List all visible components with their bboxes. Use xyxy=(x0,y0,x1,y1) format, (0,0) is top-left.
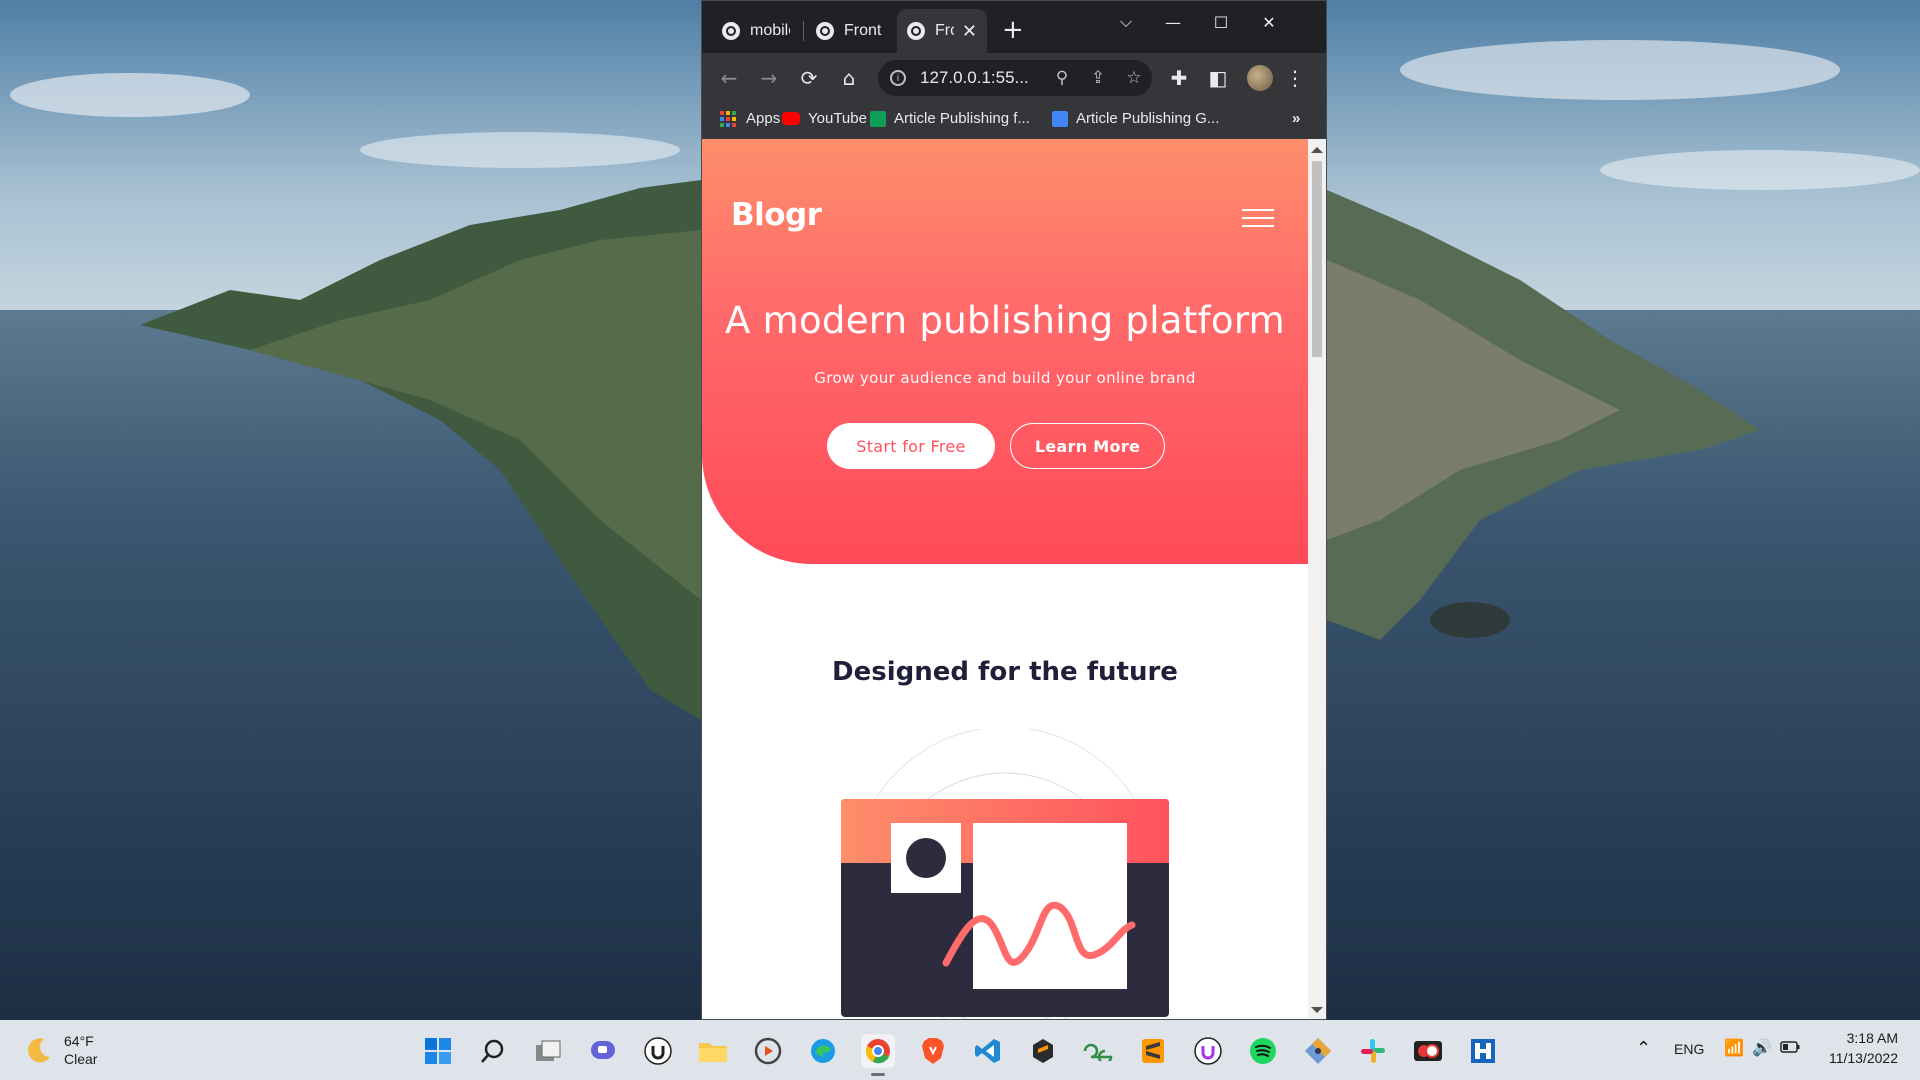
clock-date[interactable]: 11/13/2022 xyxy=(1816,1050,1898,1066)
bookmark-apps[interactable]: Apps xyxy=(720,110,780,127)
spotify-icon[interactable] xyxy=(1246,1034,1280,1068)
moon-icon xyxy=(28,1038,50,1063)
hamburger-menu-icon[interactable] xyxy=(1242,209,1274,227)
google-docs-icon xyxy=(1052,110,1068,127)
tab-title: mobile xyxy=(750,22,790,39)
bookmarks-bar: Apps YouTube Article Publishing f... Art… xyxy=(702,103,1326,139)
language-indicator[interactable]: ENG xyxy=(1674,1041,1704,1057)
share-icon[interactable]: ⇪ xyxy=(1080,68,1116,88)
bookmark-star-icon[interactable]: ☆ xyxy=(1116,68,1152,88)
browser-toolbar: ← → ⟳ ⌂ i 127.0.0.1:55... ⚲ ⇪ ☆ ✚ ◧ ⋮ xyxy=(702,53,1326,103)
file-explorer-icon[interactable] xyxy=(696,1034,730,1068)
bookmark-article-sheets[interactable]: Article Publishing f... xyxy=(870,110,1030,127)
bookmark-label: YouTube xyxy=(808,110,867,127)
bookmark-youtube[interactable]: YouTube xyxy=(782,110,867,127)
page-scrollbar[interactable] xyxy=(1308,139,1326,1019)
learn-more-button[interactable]: Learn More xyxy=(1010,423,1165,469)
hero-title: A modern publishing platform xyxy=(724,299,1286,342)
sublime-merge-icon[interactable] xyxy=(1026,1034,1060,1068)
clock-time[interactable]: 3:18 AM xyxy=(1826,1030,1898,1046)
youtube-icon xyxy=(782,112,800,125)
tab-title: Fronte xyxy=(844,22,882,39)
git-icon[interactable] xyxy=(1301,1034,1335,1068)
slack-icon[interactable] xyxy=(1356,1034,1390,1068)
back-icon[interactable]: ← xyxy=(714,63,744,93)
sublime-text-icon[interactable] xyxy=(1136,1034,1170,1068)
task-view-icon[interactable] xyxy=(531,1034,565,1068)
tab-active[interactable]: Fro ✕ xyxy=(897,9,987,53)
home-icon[interactable]: ⌂ xyxy=(834,63,864,93)
globe-icon xyxy=(722,22,740,40)
google-sheets-icon xyxy=(870,110,886,127)
scroll-up-icon[interactable] xyxy=(1311,147,1323,153)
tab-fronte[interactable]: Fronte xyxy=(806,9,892,53)
forward-icon[interactable]: → xyxy=(754,63,784,93)
udemy-icon[interactable] xyxy=(641,1034,675,1068)
maximize-button[interactable]: ☐ xyxy=(1201,7,1241,37)
minimize-button[interactable]: — xyxy=(1153,7,1193,37)
volume-icon[interactable]: 🔊 xyxy=(1752,1038,1772,1058)
menu-kebab-icon[interactable]: ⋮ xyxy=(1280,63,1310,93)
side-panel-icon[interactable]: ◧ xyxy=(1203,63,1233,93)
site-logo[interactable]: Blogr xyxy=(731,197,822,233)
scrollbar-thumb[interactable] xyxy=(1312,161,1322,357)
site-info-icon[interactable]: i xyxy=(890,70,906,86)
weather-desc: Clear xyxy=(64,1051,98,1067)
bookmark-label: Article Publishing G... xyxy=(1076,110,1220,127)
tab-title: Fro xyxy=(935,22,954,39)
weather-temp: 64°F xyxy=(64,1033,94,1049)
bookmark-label: Article Publishing f... xyxy=(894,110,1030,127)
geeksforgeeks-icon[interactable] xyxy=(1081,1034,1115,1068)
page-viewport[interactable]: Blogr A modern publishing platform Grow … xyxy=(702,139,1308,1019)
bookmark-article-docs[interactable]: Article Publishing G... xyxy=(1052,110,1219,127)
chat-icon[interactable] xyxy=(586,1034,620,1068)
search-icon[interactable] xyxy=(476,1034,510,1068)
bookmark-label: Apps xyxy=(746,110,781,127)
scroll-down-icon[interactable] xyxy=(1311,1007,1323,1013)
media-player-icon[interactable] xyxy=(751,1034,785,1068)
h-app-icon[interactable] xyxy=(1466,1034,1500,1068)
browser-window: mobile Fronte Fro ✕ + ⌵ — ☐ ✕ ← → ⟳ ⌂ i … xyxy=(701,0,1327,1020)
start-for-free-button[interactable]: Start for Free xyxy=(827,423,995,469)
tab-mobile[interactable]: mobile xyxy=(712,9,800,53)
apps-grid-icon xyxy=(720,110,736,127)
edge-icon[interactable] xyxy=(806,1034,840,1068)
new-tab-button[interactable]: + xyxy=(1002,15,1024,45)
hero-subtitle: Grow your audience and build your online… xyxy=(814,369,1196,387)
close-tab-icon[interactable]: ✕ xyxy=(962,21,977,42)
start-icon[interactable] xyxy=(421,1034,455,1068)
brave-icon[interactable] xyxy=(916,1034,950,1068)
wifi-icon[interactable]: 📶 xyxy=(1724,1038,1744,1058)
address-url: 127.0.0.1:55... xyxy=(920,68,1029,87)
tab-search-icon[interactable]: ⌵ xyxy=(1106,7,1146,37)
todo-icon[interactable] xyxy=(1411,1034,1445,1068)
taskbar: 64°F Clear ⌃ ENG 📶 🔊 3:18 AM 11/13/2022 xyxy=(0,1020,1920,1080)
editor-illustration xyxy=(841,729,1169,1019)
chrome-icon[interactable] xyxy=(861,1034,895,1076)
show-hidden-icons-chevron-icon[interactable]: ⌃ xyxy=(1636,1038,1651,1059)
vscode-icon[interactable] xyxy=(971,1034,1005,1068)
section-title: Designed for the future xyxy=(832,657,1178,687)
zoom-icon[interactable]: ⚲ xyxy=(1044,68,1080,88)
address-bar[interactable]: i 127.0.0.1:55... ⚲ ⇪ ☆ xyxy=(878,60,1152,96)
udemy-icon[interactable] xyxy=(1191,1034,1225,1068)
bookmarks-overflow-button[interactable]: » xyxy=(1292,110,1300,127)
weather-widget[interactable]: 64°F Clear xyxy=(24,1032,97,1068)
extensions-icon[interactable]: ✚ xyxy=(1164,63,1194,93)
site-favicon-icon xyxy=(816,22,834,40)
battery-icon[interactable] xyxy=(1780,1040,1800,1056)
site-favicon-icon xyxy=(907,22,925,40)
close-window-button[interactable]: ✕ xyxy=(1249,7,1289,37)
hero-section: Blogr A modern publishing platform Grow … xyxy=(702,139,1308,564)
reload-icon[interactable]: ⟳ xyxy=(794,63,824,93)
profile-avatar[interactable] xyxy=(1247,65,1273,91)
tab-strip: mobile Fronte Fro ✕ + ⌵ — ☐ ✕ xyxy=(702,1,1326,53)
active-app-indicator xyxy=(871,1073,885,1076)
tab-separator xyxy=(803,21,804,41)
